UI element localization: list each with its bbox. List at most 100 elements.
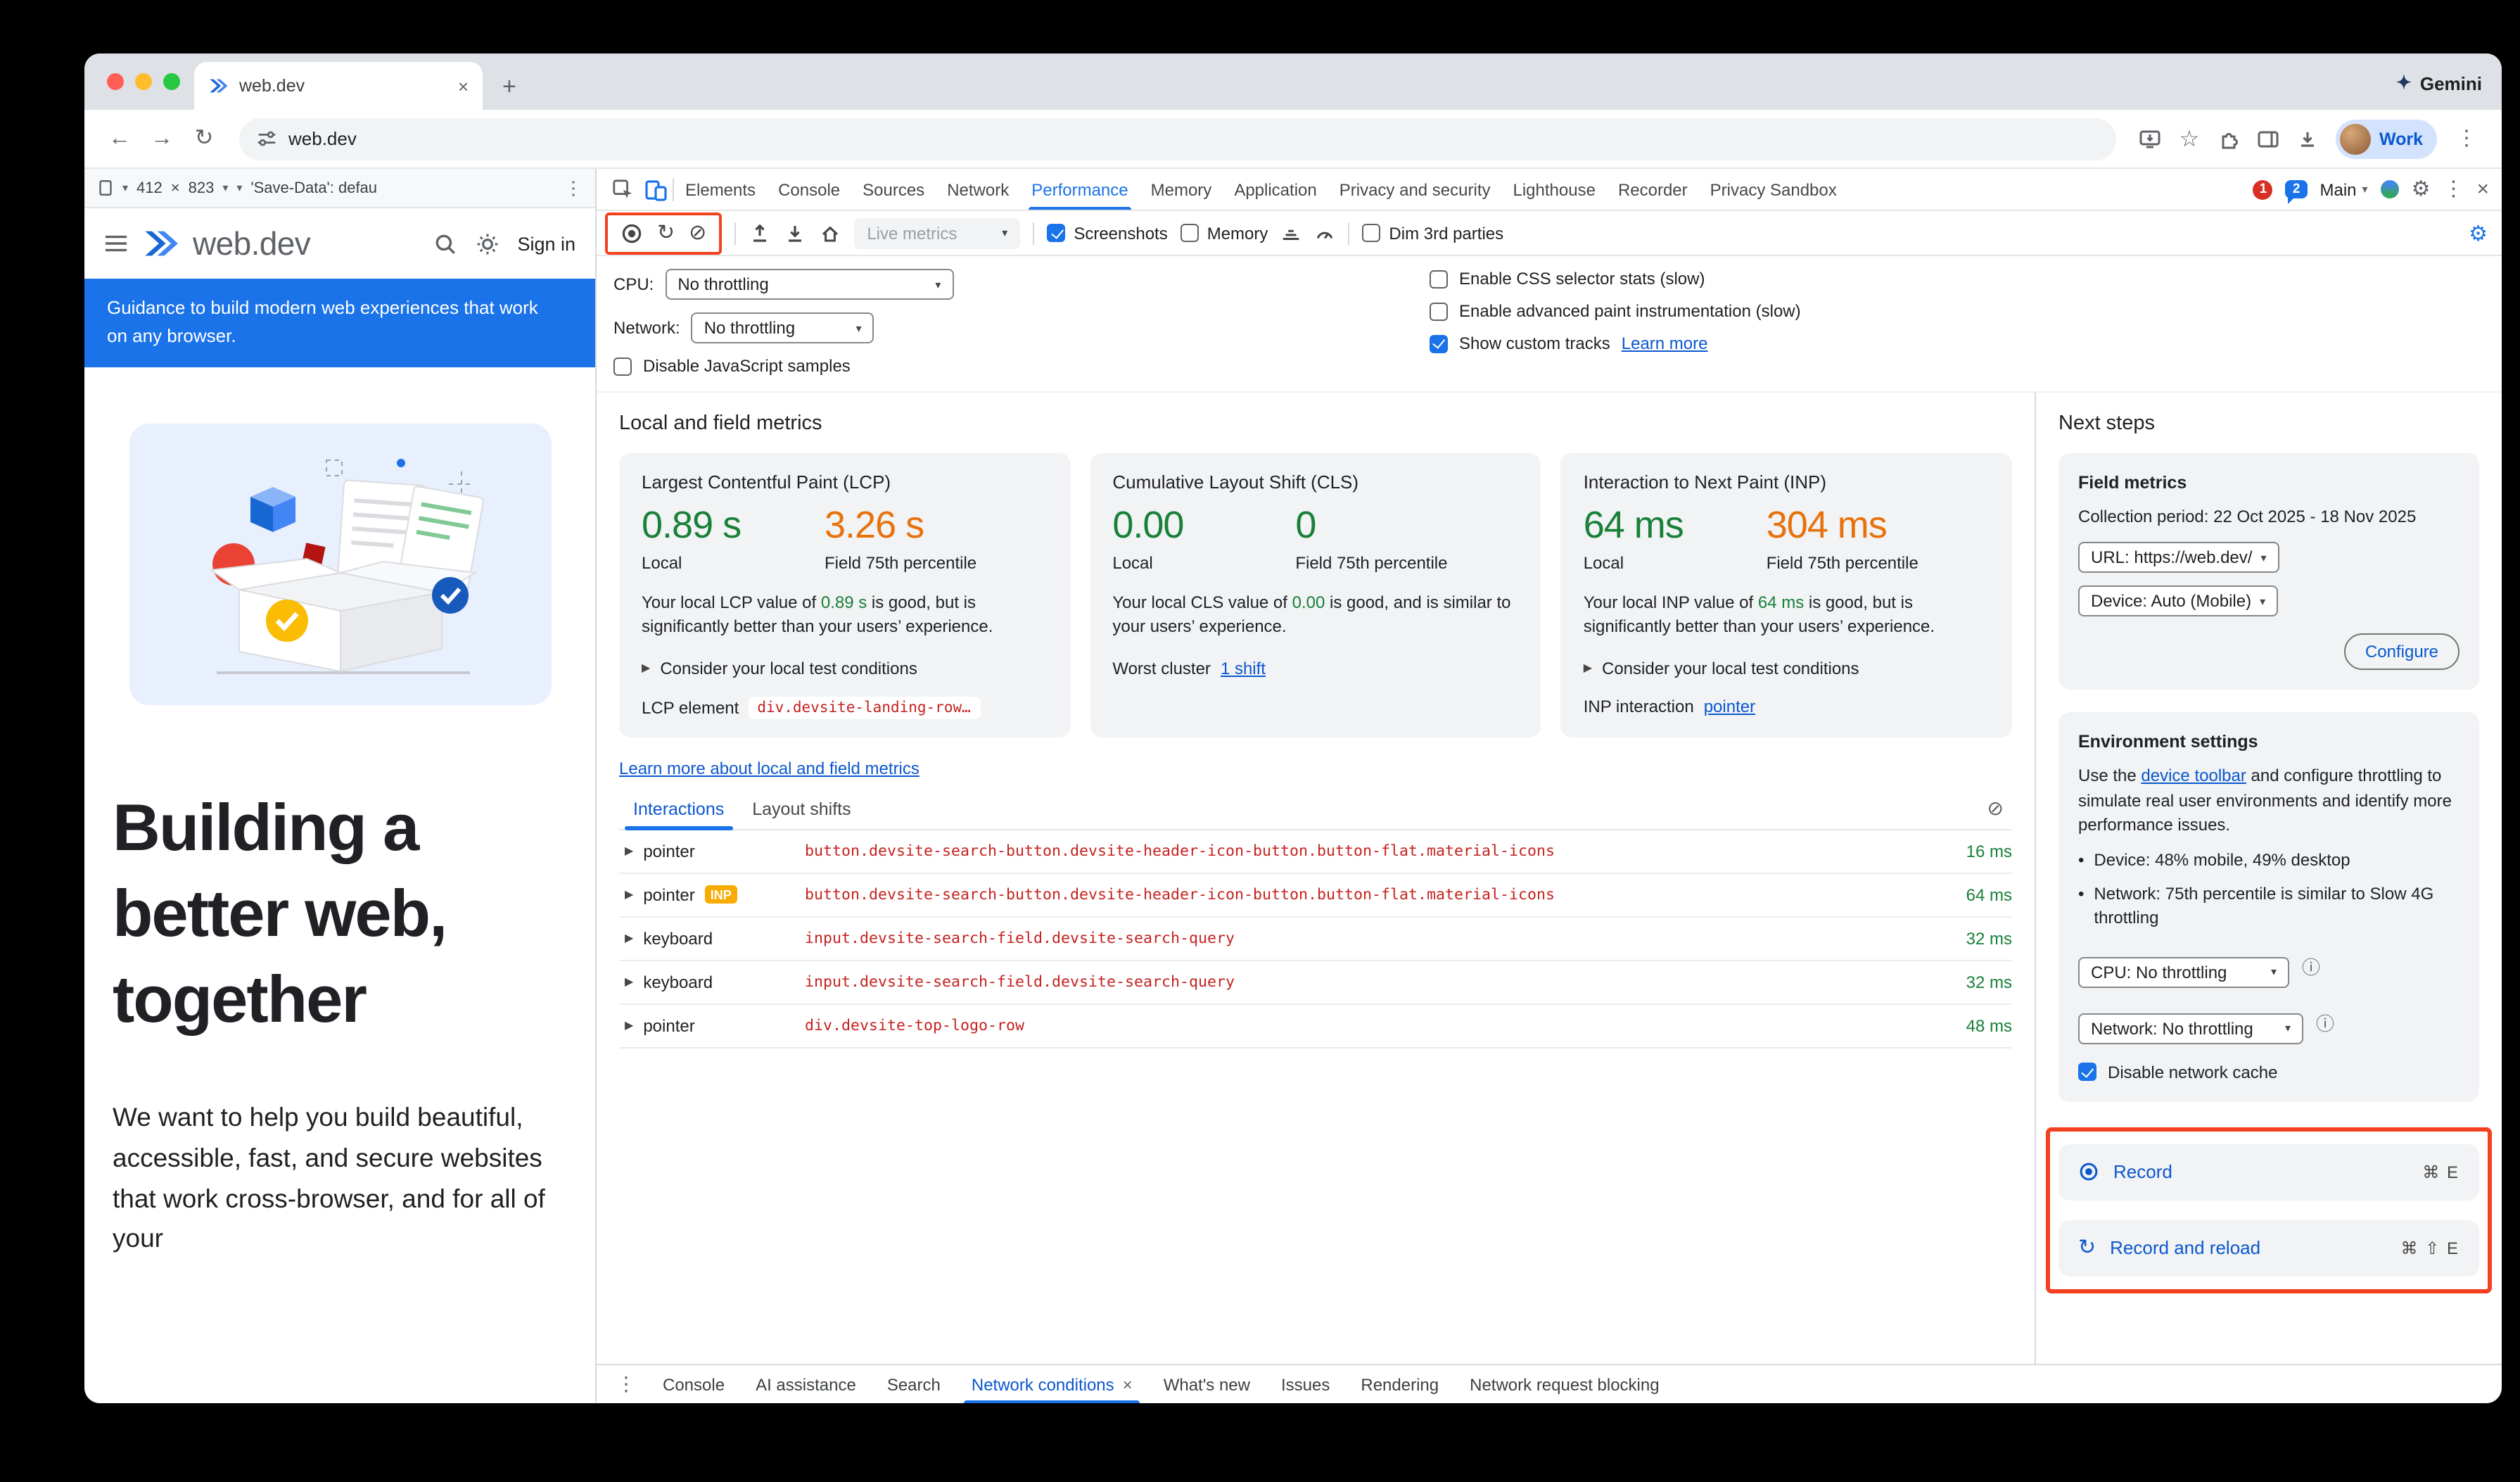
drawer-tab-network-conditions[interactable]: Network conditions × — [956, 1365, 1148, 1403]
drawer-tab-console[interactable]: Console — [647, 1365, 740, 1403]
tab-layout-shifts[interactable]: Layout shifts — [738, 790, 865, 829]
custom-tracks-learn-more-link[interactable]: Learn more — [1622, 334, 1708, 353]
field-url-select[interactable]: URL: https://web.dev/ ▾ — [2078, 543, 2279, 574]
expand-triangle-icon[interactable]: ▶ — [625, 845, 633, 858]
inspect-element-icon[interactable] — [605, 179, 639, 200]
devtools-tab-performance[interactable]: Performance — [1020, 169, 1139, 210]
devtools-tab-privacy-sandbox[interactable]: Privacy Sandbox — [1699, 169, 1848, 210]
tab-interactions[interactable]: Interactions — [619, 790, 738, 829]
cpu-throttle-gauge-icon[interactable] — [1314, 222, 1335, 243]
interaction-target[interactable]: input.devsite-search-field.devsite-searc… — [805, 973, 1938, 992]
checkbox-checked-icon[interactable] — [2078, 1063, 2096, 1081]
webdev-logo-icon[interactable] — [142, 225, 179, 262]
drawer-tab-close-icon[interactable]: × — [1123, 1374, 1133, 1394]
theme-toggle-icon[interactable] — [475, 232, 499, 255]
inp-interaction-link[interactable]: pointer — [1704, 697, 1755, 716]
drawer-menu-icon[interactable]: ⋮ — [605, 1372, 647, 1396]
disable-network-cache-checkbox[interactable]: Disable network cache — [2078, 1062, 2459, 1082]
viewport-height[interactable]: 823 — [189, 179, 215, 196]
devtools-tab-sources[interactable]: Sources — [851, 169, 936, 210]
live-metrics-home-icon[interactable] — [819, 222, 841, 244]
window-zoom-button[interactable] — [163, 73, 180, 90]
gemini-button[interactable]: ✦ Gemini — [2396, 72, 2482, 94]
clear-icon[interactable]: ⊘ — [689, 222, 706, 243]
browser-tab[interactable]: web.dev × — [194, 62, 483, 110]
metrics-learn-more-link[interactable]: Learn more about local and field metrics — [619, 759, 919, 778]
load-profile-icon[interactable] — [749, 222, 771, 244]
checkbox-checked-icon[interactable] — [1047, 224, 1065, 242]
devtools-menu-icon[interactable]: ⋮ — [2443, 179, 2464, 200]
devtools-tab-console[interactable]: Console — [767, 169, 851, 210]
search-icon[interactable] — [433, 232, 457, 255]
configure-button[interactable]: Configure — [2344, 634, 2459, 671]
downloads-icon[interactable] — [2291, 127, 2324, 150]
table-row[interactable]: ▶keyboard input.devsite-search-field.dev… — [619, 918, 2012, 961]
record-and-reload-icon[interactable]: ↻ — [657, 222, 675, 243]
memory-checkbox[interactable]: Memory — [1181, 223, 1268, 243]
status-icon[interactable] — [2381, 180, 2399, 198]
expand-triangle-icon[interactable]: ▶ — [625, 1020, 633, 1032]
window-minimize-button[interactable] — [135, 73, 152, 90]
devtools-tab-privacy-security[interactable]: Privacy and security — [1328, 169, 1502, 210]
install-icon[interactable] — [2133, 127, 2167, 150]
table-row[interactable]: ▶pointer button.devsite-search-button.de… — [619, 830, 2012, 874]
checkbox-icon[interactable] — [1430, 302, 1448, 320]
devtools-settings-gear-icon[interactable]: ⚙ — [2412, 179, 2431, 200]
table-row[interactable]: ▶pointer div.devsite-top-logo-row 48 ms — [619, 1005, 2012, 1049]
devtools-tab-application[interactable]: Application — [1223, 169, 1328, 210]
device-toolbar-toggle-icon[interactable] — [639, 178, 673, 201]
network-throttle-select[interactable]: No throttling ▾ — [692, 312, 874, 343]
side-panel-icon[interactable] — [2251, 127, 2285, 150]
viewport-width[interactable]: 412 — [136, 179, 163, 196]
site-settings-icon[interactable] — [256, 128, 277, 149]
context-selector[interactable]: Main ▾ — [2320, 179, 2368, 199]
expand-triangle-icon[interactable]: ▶ — [625, 932, 633, 945]
throttle-caret-icon[interactable]: ▾ — [236, 182, 242, 194]
sign-in-button[interactable]: Sign in — [517, 233, 575, 254]
device-select-icon[interactable] — [97, 179, 114, 197]
drawer-tab-issues[interactable]: Issues — [1266, 1365, 1345, 1403]
browser-menu-icon[interactable]: ⋮ — [2448, 128, 2485, 149]
devtools-tab-elements[interactable]: Elements — [674, 169, 767, 210]
checkbox-icon[interactable] — [613, 357, 632, 375]
expand-triangle-icon[interactable]: ▶ — [625, 976, 633, 989]
devtools-tab-lighthouse[interactable]: Lighthouse — [1502, 169, 1607, 210]
drawer-tab-network-request-blocking[interactable]: Network request blocking — [1454, 1365, 1674, 1403]
bookmark-star-icon[interactable]: ☆ — [2172, 125, 2206, 153]
screenshots-checkbox[interactable]: Screenshots — [1047, 223, 1167, 243]
drawer-tab-whats-new[interactable]: What's new — [1148, 1365, 1266, 1403]
checkbox-icon[interactable] — [1181, 224, 1199, 242]
drawer-tab-rendering[interactable]: Rendering — [1345, 1365, 1454, 1403]
extensions-puzzle-icon[interactable] — [2212, 127, 2246, 150]
window-close-button[interactable] — [107, 73, 124, 90]
site-logo-text[interactable]: web.dev — [193, 224, 310, 262]
devtools-tab-recorder[interactable]: Recorder — [1607, 169, 1699, 210]
error-count-badge[interactable]: 1 — [2253, 179, 2273, 199]
record-button[interactable]: Record ⌘ E — [2058, 1144, 2479, 1200]
drawer-tab-search[interactable]: Search — [872, 1365, 956, 1403]
info-icon[interactable]: ⓘ — [2302, 952, 2320, 979]
profile-chip[interactable]: Work — [2336, 119, 2437, 158]
env-network-select[interactable]: Network: No throttling ▾ — [2078, 1013, 2303, 1044]
record-icon[interactable] — [621, 222, 643, 244]
devtools-close-icon[interactable]: × — [2476, 179, 2489, 200]
table-row[interactable]: ▶pointerINP button.devsite-search-button… — [619, 874, 2012, 918]
record-and-reload-button[interactable]: ↻ Record and reload ⌘ ⇧ E — [2058, 1220, 2479, 1276]
address-bar[interactable]: web.dev — [239, 118, 2116, 160]
checkbox-checked-icon[interactable] — [1430, 334, 1448, 353]
forward-button[interactable]: → — [144, 127, 180, 150]
inp-test-conditions-expander[interactable]: ▶ Consider your local test conditions — [1584, 659, 1990, 678]
lcp-element-chip[interactable]: div.devsite-landing-row-ite… — [749, 697, 981, 719]
clear-log-icon[interactable]: ⊘ — [1987, 797, 2012, 821]
network-conditions-icon[interactable] — [1280, 222, 1302, 243]
interaction-target[interactable]: input.devsite-search-field.devsite-searc… — [805, 930, 1938, 948]
lcp-test-conditions-expander[interactable]: ▶ Consider your local test conditions — [642, 659, 1048, 678]
devtools-tab-network[interactable]: Network — [936, 169, 1020, 210]
zoom-caret-icon[interactable]: ▾ — [222, 182, 228, 194]
interaction-target[interactable]: button.devsite-search-button.devsite-hea… — [805, 842, 1938, 861]
info-icon[interactable]: ⓘ — [2316, 1008, 2334, 1035]
back-button[interactable]: ← — [101, 127, 138, 150]
device-toolbar-link[interactable]: device toolbar — [2141, 766, 2246, 786]
devtools-tab-memory[interactable]: Memory — [1140, 169, 1223, 210]
new-tab-button[interactable]: + — [502, 75, 516, 99]
